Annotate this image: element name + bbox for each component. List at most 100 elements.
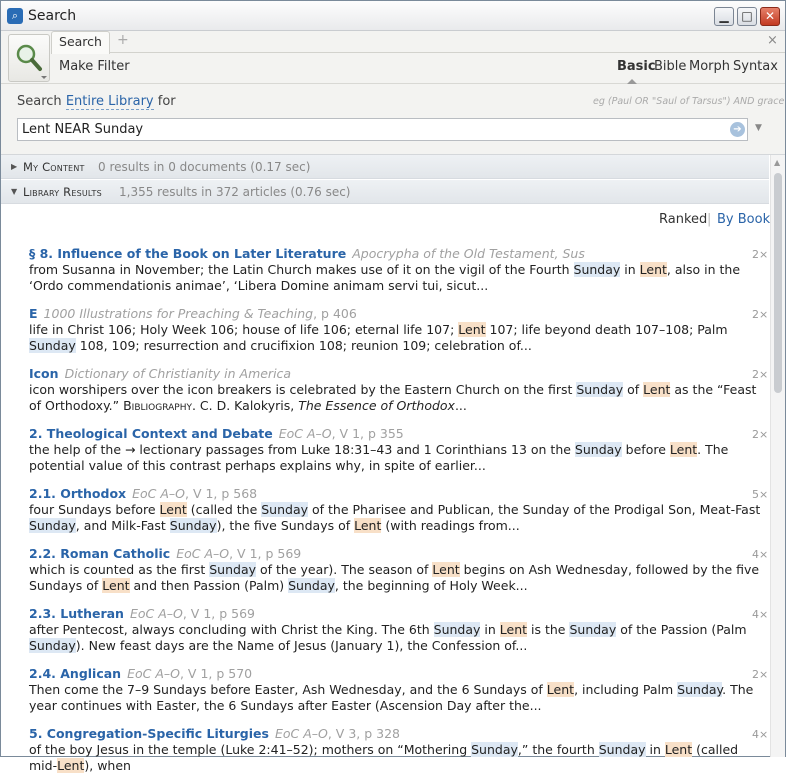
make-filter-button[interactable]: Make Filter [59,59,130,74]
highlight-lent: Lent [57,758,85,773]
search-label-suffix: for [157,94,176,109]
result-title: 5. Congregation-Specific Liturgies EoC A–… [29,726,400,741]
scroll-thumb[interactable] [774,173,782,393]
result-hit-count: 2× [752,428,769,441]
history-dropdown-icon[interactable]: ▼ [755,123,762,133]
tab-strip: Search + × [51,31,785,54]
result-source[interactable]: EoC A–O [130,606,183,621]
result-snippet: the help of the → lectionary passages fr… [29,442,729,473]
highlight-sunday: Sunday [576,382,624,397]
result-source[interactable]: EoC A–O [132,486,185,501]
result-heading-link[interactable]: 2.1. Orthodox [29,486,126,501]
result-item[interactable]: Icon Dictionary of Christianity in Americ… [29,366,769,424]
result-hit-count: 2× [752,668,769,681]
highlight-sunday: Sunday [573,262,621,277]
result-item[interactable]: 2.4. Anglican EoC A–O, V 1, p 570 2× Then c… [29,666,769,724]
highlight-sunday: Sunday [209,562,257,577]
highlight-lent: Lent [499,622,528,637]
highlight-lent: Lent [643,382,671,397]
highlight-lent: Lent [546,682,575,697]
triangle-down-icon[interactable]: ▼ [11,187,17,196]
result-snippet: of the boy Jesus in the temple (Luke 2:4… [29,742,739,773]
scope-selector[interactable]: Entire Library [65,94,154,110]
snippet-emphasis: The Essence of Orthodox [298,398,455,413]
maximize-button[interactable]: □ [737,7,757,26]
highlight-sunday: Sunday [677,682,723,697]
result-heading-link[interactable]: 5. Congregation-Specific Liturgies [29,726,269,741]
result-heading-link[interactable]: E [29,306,38,321]
result-source[interactable]: Dictionary of Christianity in America [65,366,292,381]
result-item[interactable]: 5. Congregation-Specific Liturgies EoC A–… [29,726,769,784]
go-arrow-icon[interactable]: ➔ [730,122,745,137]
result-item[interactable]: 2.1. Orthodox EoC A–O, V 1, p 568 5× four S… [29,486,769,544]
highlight-lent: Lent [102,578,130,593]
highlight-sunday: Sunday [433,622,481,637]
highlight-lent: Lent [354,518,382,533]
result-title: 2. Theological Context and Debate EoC A–O… [29,426,404,441]
my-content-section[interactable]: ▶ My Content 0 results in 0 documents (0… [1,155,769,179]
query-area: Search Entire Library for eg (Paul OR "S… [1,84,785,154]
minimize-button[interactable]: ▁ [714,7,734,26]
results-panel: ▶ My Content 0 results in 0 documents (0… [1,154,785,773]
result-title: § 8. Influence of the Book on Later Lite… [29,246,585,261]
result-snippet: life in Christ 106; Holy Week 106; house… [29,322,728,353]
highlight-sunday: Sunday [574,442,622,457]
search-input[interactable] [17,118,748,141]
result-heading-link[interactable]: 2.3. Lutheran [29,606,124,621]
result-reference: , V 1, p 568 [185,486,258,501]
search-label: Search Entire Library for [17,94,176,110]
highlight-lent: Lent [639,262,667,277]
result-heading-link[interactable]: Icon [29,366,59,381]
mode-bible[interactable]: Bible [654,59,686,74]
result-item[interactable]: 2. Theological Context and Debate EoC A–O… [29,426,769,484]
result-heading-link[interactable]: § 8. Influence of the Book on Later Lite… [29,246,346,261]
snippet-emphasis: Bibliography [123,398,192,413]
result-title: 2.1. Orthodox EoC A–O, V 1, p 568 [29,486,257,501]
magnifier-button[interactable] [8,34,50,82]
highlight-sunday: Sunday [29,338,76,353]
window-title: Search [28,8,77,24]
result-heading-link[interactable]: 2.2. Roman Catholic [29,546,170,561]
close-tab-icon[interactable]: × [767,33,778,48]
highlight-lent: Lent [458,322,486,337]
triangle-right-icon[interactable]: ▶ [11,162,17,171]
result-source[interactable]: EoC A–O [176,546,229,561]
title-bar[interactable]: ⌕ Search ▁ □ ✕ [1,1,785,31]
section-name: Library Results [23,185,102,199]
result-hit-count: 2× [752,368,769,381]
result-source[interactable]: EoC A–O [127,666,180,681]
result-hit-count: 4× [752,608,769,621]
sort-ranked[interactable]: Ranked [659,212,707,227]
result-item[interactable]: 2.3. Lutheran EoC A–O, V 1, p 569 4× after … [29,606,769,664]
result-heading-link[interactable]: 2. Theological Context and Debate [29,426,273,441]
result-item[interactable]: E 1000 Illustrations for Preaching & Teac… [29,306,768,364]
result-source[interactable]: EoC A–O [279,426,332,441]
result-item[interactable]: § 8. Influence of the Book on Later Lite… [29,246,768,304]
highlight-lent: Lent [432,562,460,577]
close-button[interactable]: ✕ [760,7,780,26]
result-reference: , V 1, p 569 [229,546,302,561]
mode-syntax[interactable]: Syntax [733,59,778,74]
result-hit-count: 5× [752,488,769,501]
scroll-up-icon[interactable]: ▲ [774,158,780,167]
result-heading-link[interactable]: 2.4. Anglican [29,666,121,681]
highlight-lent: Lent [669,442,698,457]
result-source[interactable]: EoC A–O [275,726,328,741]
result-source[interactable]: 1000 Illustrations for Preaching & Teach… [44,306,314,321]
mode-morph[interactable]: Morph [689,59,730,74]
scrollbar[interactable]: ▲ [770,155,785,757]
tab-search[interactable]: Search [51,31,110,54]
library-results-section[interactable]: ▼ Library Results 1,355 results in 372 a… [1,180,769,204]
mode-basic[interactable]: Basic [617,59,656,74]
highlight-lent: Lent [159,502,187,517]
result-snippet: icon worshipers over the icon breakers i… [29,382,757,413]
new-tab-icon[interactable]: + [117,32,129,48]
result-snippet: from Susanna in November; the Latin Chur… [29,262,741,293]
result-hit-count: 4× [752,728,769,741]
result-snippet: four Sundays before Lent (called the Sun… [29,502,761,533]
search-window-icon: ⌕ [7,8,23,24]
result-title: Icon Dictionary of Christianity in Americ… [29,366,291,381]
result-source[interactable]: Apocrypha of the Old Testament, Sus [352,246,585,261]
sort-by-book[interactable]: By Book [717,212,770,227]
result-item[interactable]: 2.2. Roman Catholic EoC A–O, V 1, p 569 4×… [29,546,768,604]
